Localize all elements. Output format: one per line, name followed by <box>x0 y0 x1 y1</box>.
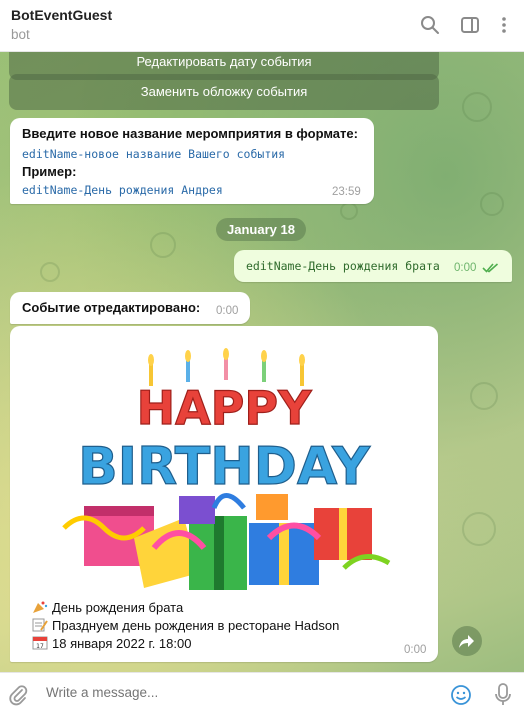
chat-area[interactable]: Редактировать дату события Заменить обло… <box>0 52 524 672</box>
forward-button[interactable] <box>452 626 482 656</box>
message-text: Пример: <box>22 164 77 179</box>
chat-title[interactable]: BotEventGuest <box>11 7 112 23</box>
event-card-message: HAPPY BIRTHDAY День рождения брата Празд… <box>10 326 438 662</box>
message-time: 0:00 <box>216 305 239 317</box>
event-date: 18 января 2022 г. 18:00 <box>52 636 192 651</box>
message-text: Введите новое название меромприятия в фо… <box>22 126 358 141</box>
sidebar-toggle-icon[interactable] <box>460 15 480 35</box>
birthday-cover-image[interactable]: HAPPY BIRTHDAY <box>24 338 424 600</box>
party-popper-icon <box>33 601 48 613</box>
message-composer <box>0 672 524 716</box>
emoji-icon[interactable] <box>450 684 472 706</box>
search-icon[interactable] <box>420 15 440 35</box>
more-options-icon[interactable] <box>494 15 514 35</box>
background-doodle <box>150 232 176 258</box>
incoming-message-bubble: Введите новое название меромприятия в фо… <box>10 118 374 204</box>
event-date-line: 17 18 января 2022 г. 18:00 <box>32 636 191 651</box>
message-time: 23:59 <box>332 186 361 198</box>
event-description-line: Празднуем день рождения в ресторане Hads… <box>32 618 339 633</box>
message-time: 0:00 <box>404 644 427 656</box>
happy-text: HAPPY <box>137 381 313 435</box>
background-doodle <box>480 192 504 216</box>
double-check-icon <box>482 263 499 273</box>
gift-boxes <box>62 493 391 590</box>
birthday-text: BIRTHDAY <box>78 437 371 497</box>
background-doodle <box>40 262 60 282</box>
message-text: editName-День рождения брата <box>246 259 440 273</box>
command-text[interactable]: editName-День рождения Андрея <box>22 183 223 197</box>
svg-text:17: 17 <box>36 643 44 650</box>
event-title: День рождения брата <box>52 600 184 615</box>
event-title-line: День рождения брата <box>32 600 183 615</box>
memo-icon <box>32 618 48 632</box>
replace-cover-button[interactable]: Заменить обложку события <box>9 74 439 110</box>
command-text[interactable]: editName-новое название Вашего события <box>22 147 285 161</box>
microphone-icon[interactable] <box>494 683 512 707</box>
message-text: Событие отредактировано: <box>22 300 201 315</box>
outgoing-message-bubble: editName-День рождения брата 0:00 <box>234 250 512 282</box>
background-doodle <box>462 92 492 122</box>
calendar-icon: 17 <box>32 636 48 650</box>
event-description: Празднуем день рождения в ресторане Hads… <box>52 618 340 633</box>
chat-header: BotEventGuest bot <box>0 0 524 52</box>
incoming-message-bubble: Событие отредактировано: 0:00 <box>10 292 250 324</box>
message-input[interactable] <box>46 685 416 700</box>
chat-subtitle: bot <box>11 27 30 42</box>
background-doodle <box>462 512 496 546</box>
background-doodle <box>340 202 358 220</box>
forward-arrow-icon <box>459 635 474 648</box>
background-doodle <box>470 382 498 410</box>
attach-icon[interactable] <box>8 684 28 706</box>
date-divider: January 18 <box>216 218 306 241</box>
message-time: 0:00 <box>454 262 477 274</box>
